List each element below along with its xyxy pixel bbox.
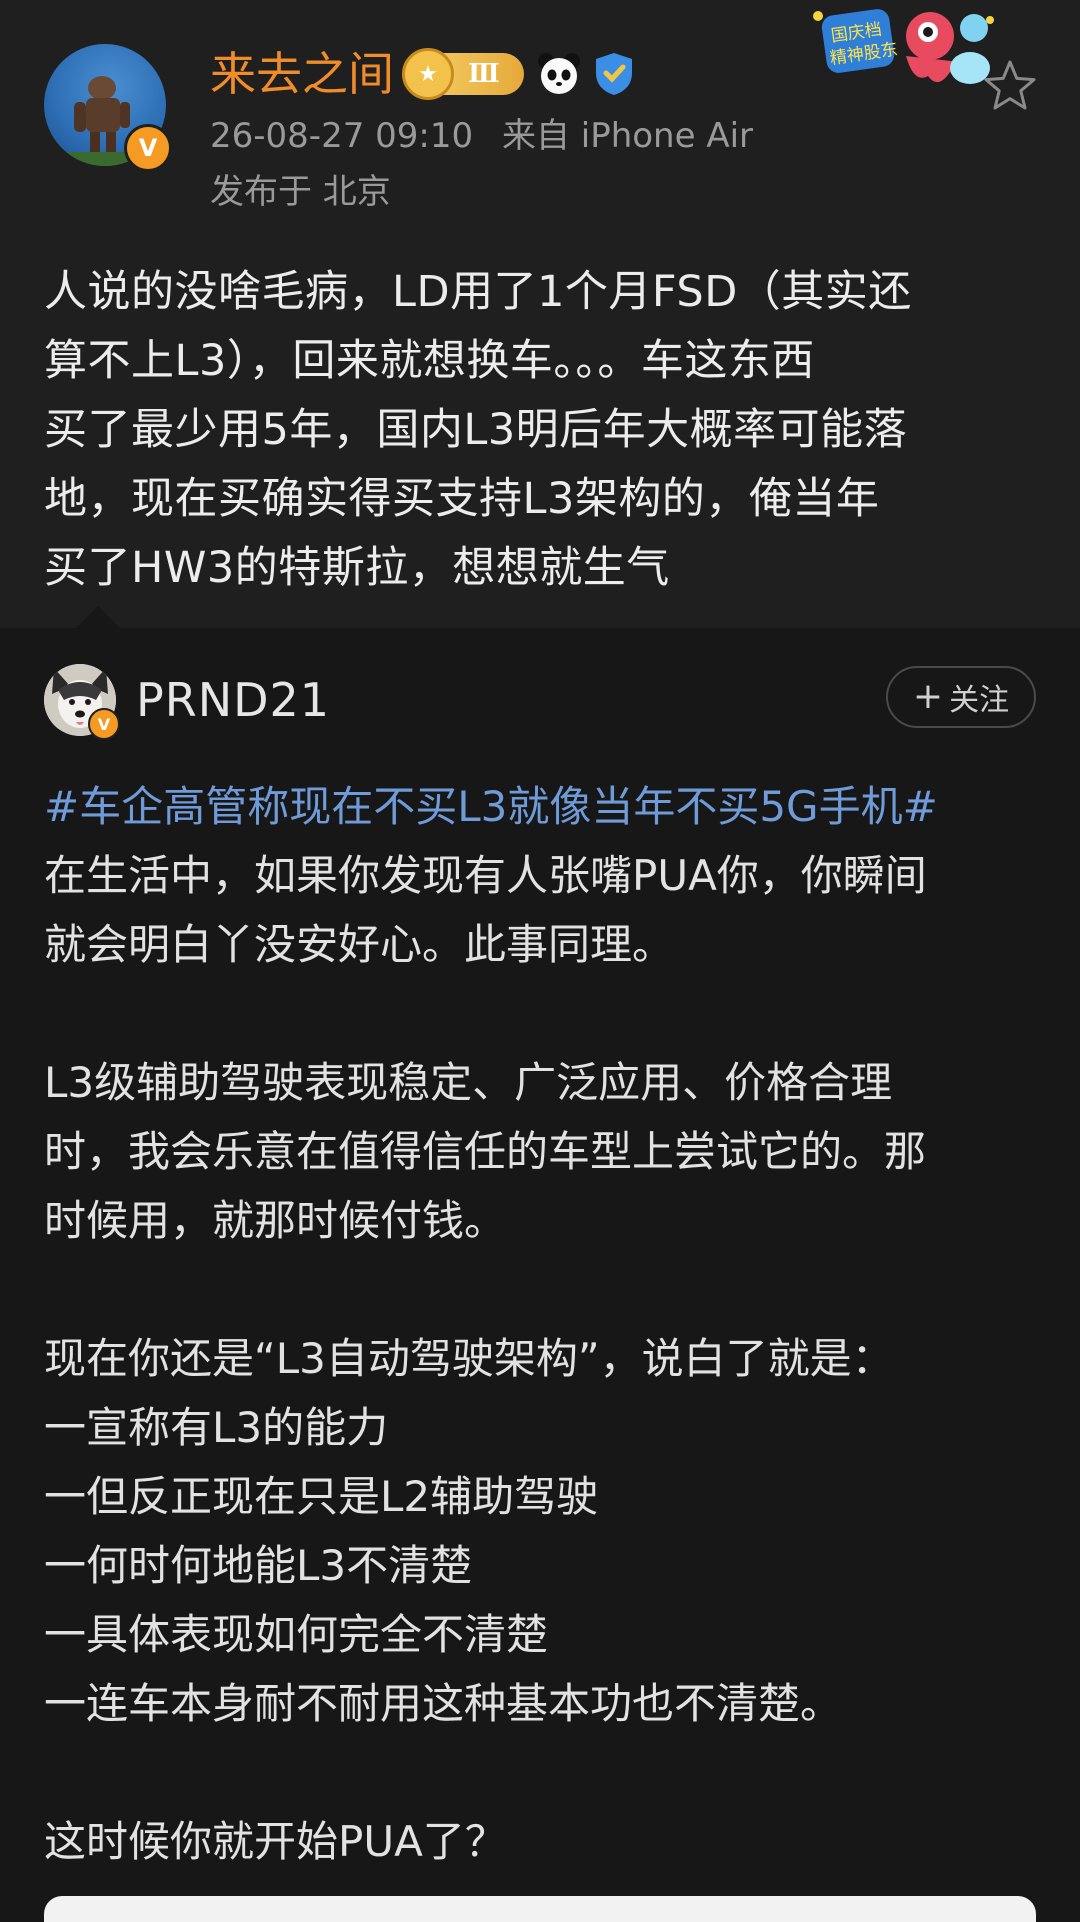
post-source: 来自 iPhone Air <box>501 116 754 156</box>
reposted-content[interactable]: V PRND21 + 关注 #车企高管称现在不买L3就像当年不买5G手机# 在生… <box>0 628 1080 1922</box>
attached-media-card[interactable] <box>44 1896 1036 1922</box>
author-row: 来去之间 ★ Ⅲ <box>210 44 636 104</box>
post-location: 发布于 北京 <box>210 172 391 212</box>
repost-line: 在生活中，如果你发现有人张嘴PUA你，你瞬间 <box>44 851 927 900</box>
post-body: 人说的没啥毛病，LD用了1个月FSD（其实还 算不上L3），回来就想换车。。。车… <box>44 258 1044 603</box>
star-outline-icon[interactable] <box>980 56 1040 116</box>
post-line: 地，现在买确实得买支持L3架构的，俺当年 <box>44 474 880 524</box>
plus-icon: + <box>912 676 944 717</box>
holiday-promo-sticker[interactable]: 国庆档 精神股东 <box>810 6 1000 96</box>
verified-v-icon: V <box>124 124 172 172</box>
verified-v-icon: V <box>88 708 120 740</box>
repost-line: 现在你还是“L3自动驾驶架构”，说白了就是： <box>44 1334 894 1383</box>
repost-line: 就会明白丫没安好心。此事同理。 <box>44 920 675 969</box>
level-badge[interactable]: ★ Ⅲ <box>402 48 524 100</box>
repost-line: 一但反正现在只是L2辅助驾驶 <box>44 1472 599 1521</box>
repost-body: #车企高管称现在不买L3就像当年不买5G手机# 在生活中，如果你发现有人张嘴PU… <box>44 772 1044 1876</box>
follow-button[interactable]: + 关注 <box>886 666 1036 728</box>
shield-icon[interactable] <box>592 51 636 97</box>
post-meta: 26-08-27 09:10 来自 iPhone Air <box>210 114 753 158</box>
repost-line: 时候用，就那时候付钱。 <box>44 1196 507 1245</box>
author-name[interactable]: 来去之间 <box>210 44 394 104</box>
follow-label: 关注 <box>949 683 1010 718</box>
repost-author-name[interactable]: PRND21 <box>136 668 330 732</box>
original-post: V 来去之间 ★ Ⅲ 26-08-27 09:10 来自 iPhone Air … <box>0 0 1080 628</box>
post-line: 人说的没啥毛病，LD用了1个月FSD（其实还 <box>44 267 912 317</box>
post-line: 买了最少用5年，国内L3明后年大概率可能落 <box>44 405 908 455</box>
post-timestamp: 26-08-27 09:10 <box>210 116 474 156</box>
repost-line: 一宣称有L3的能力 <box>44 1403 389 1452</box>
post-line: 算不上L3），回来就想换车。。。车这东西 <box>44 336 815 386</box>
post-line: 买了HW3的特斯拉，想想就生气 <box>44 543 670 593</box>
repost-line: 时，我会乐意在值得信任的车型上尝试它的。那 <box>44 1127 927 1176</box>
hashtag-link[interactable]: #车企高管称现在不买L3就像当年不买5G手机# <box>44 772 1044 841</box>
level-label: Ⅲ <box>468 59 500 89</box>
repost-pointer <box>74 606 122 630</box>
repost-line: L3级辅助驾驶表现稳定、广泛应用、价格合理 <box>44 1058 893 1107</box>
weibo-post-page: V 来去之间 ★ Ⅲ 26-08-27 09:10 来自 iPhone Air … <box>0 0 1080 1922</box>
repost-line: 这时候你就开始PUA了？ <box>44 1817 507 1866</box>
repost-line: 一连车本身耐不耐用这种基本功也不清楚。 <box>44 1679 843 1728</box>
repost-line: 一具体表现如何完全不清楚 <box>44 1610 549 1659</box>
repost-line: 一何时何地能L3不清楚 <box>44 1541 473 1590</box>
crown-level-icon: ★ <box>402 48 454 100</box>
panda-icon[interactable] <box>536 51 582 97</box>
